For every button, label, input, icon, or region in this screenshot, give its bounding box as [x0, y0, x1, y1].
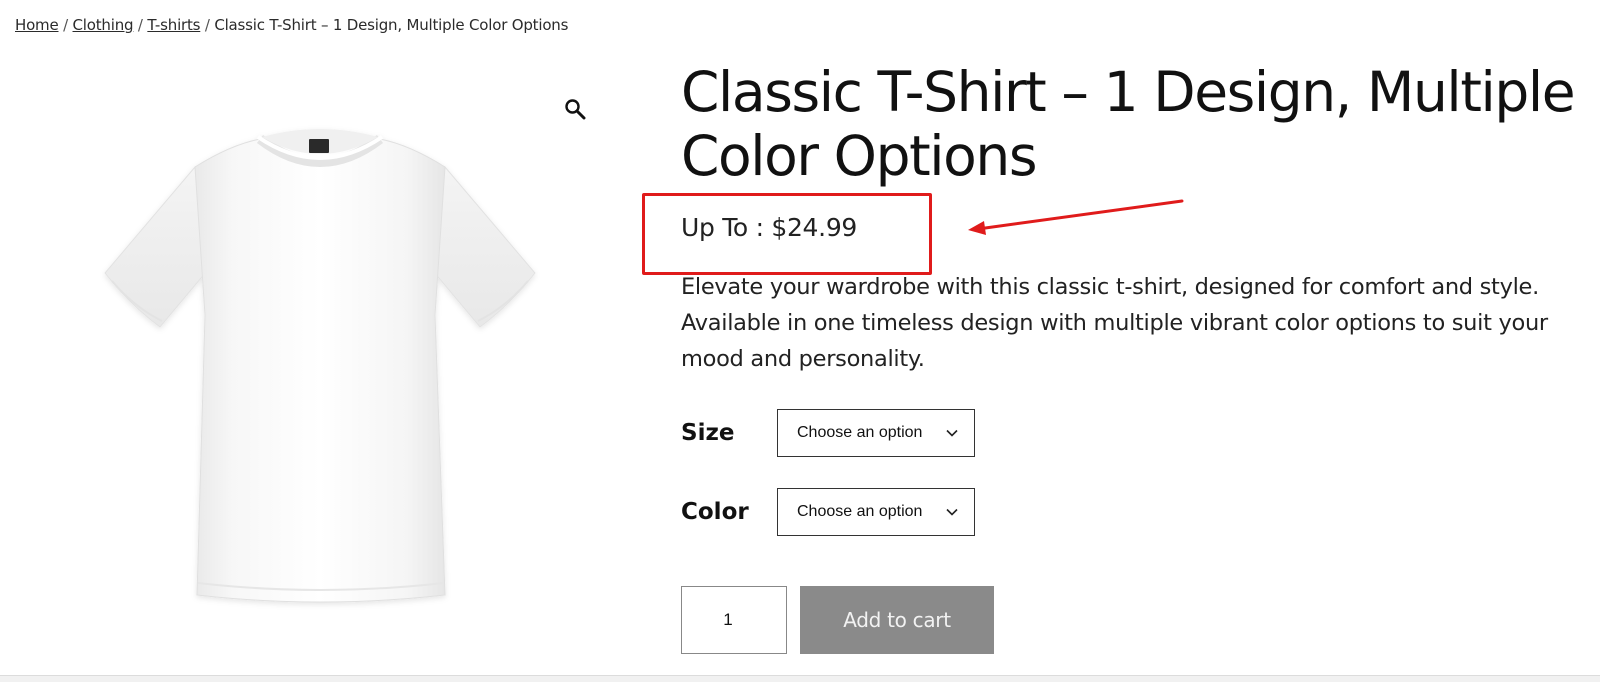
size-label: Size [681, 420, 735, 446]
product-title: Classic T-Shirt – 1 Design, Multiple Col… [681, 60, 1576, 188]
product-gallery [80, 95, 560, 635]
product-description: Elevate your wardrobe with this classic … [681, 274, 1548, 372]
annotation-highlight-box [642, 193, 932, 275]
product-image[interactable] [100, 115, 540, 615]
page-bottom-divider [0, 675, 1600, 682]
color-select-value: Choose an option [797, 503, 923, 520]
product-page: Home / Clothing / T-shirts / Classic T-S… [0, 0, 1600, 682]
color-select[interactable]: Choose an option [777, 488, 975, 536]
breadcrumb-separator: / [204, 16, 210, 34]
size-select[interactable]: Choose an option [777, 409, 975, 457]
breadcrumb-separator: / [137, 16, 143, 34]
breadcrumb-separator: / [63, 16, 68, 34]
color-label: Color [681, 499, 749, 525]
chevron-down-icon [946, 508, 958, 516]
quantity-input[interactable] [681, 586, 787, 654]
variation-color: Color Choose an option [681, 488, 975, 536]
add-to-cart-form: Add to cart [681, 586, 994, 654]
breadcrumb-link-clothing[interactable]: Clothing [73, 16, 134, 34]
add-to-cart-button[interactable]: Add to cart [800, 586, 994, 654]
annotation-arrow-icon [968, 199, 1184, 235]
size-select-value: Choose an option [797, 424, 923, 441]
variation-size: Size Choose an option [681, 409, 975, 457]
product-summary: Classic T-Shirt – 1 Design, Multiple Col… [681, 60, 1586, 654]
breadcrumb-link-home[interactable]: Home [15, 16, 59, 34]
breadcrumb: Home / Clothing / T-shirts / Classic T-S… [15, 16, 568, 34]
breadcrumb-current: Classic T-Shirt – 1 Design, Multiple Col… [214, 16, 569, 34]
magnifier-icon [565, 99, 586, 120]
chevron-down-icon [946, 429, 958, 437]
breadcrumb-link-tshirts[interactable]: T-shirts [147, 16, 200, 34]
zoom-button[interactable] [558, 92, 592, 126]
